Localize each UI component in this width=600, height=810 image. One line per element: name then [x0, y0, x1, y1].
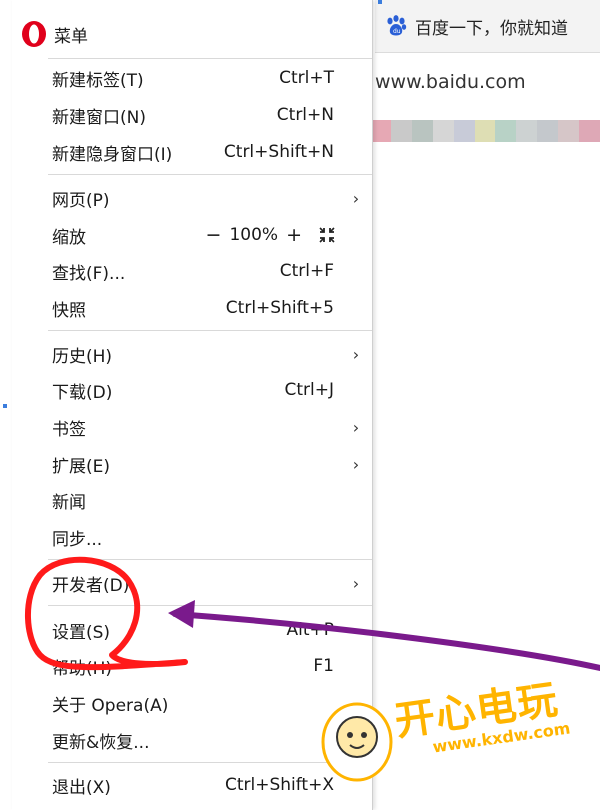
red-circle-annotation	[25, 556, 188, 671]
mascot-logo	[321, 702, 393, 782]
purple-arrowhead	[168, 600, 195, 628]
watermark: 开心电玩 www.kxdw.com	[312, 668, 592, 810]
purple-arrow-annotation	[172, 611, 600, 671]
